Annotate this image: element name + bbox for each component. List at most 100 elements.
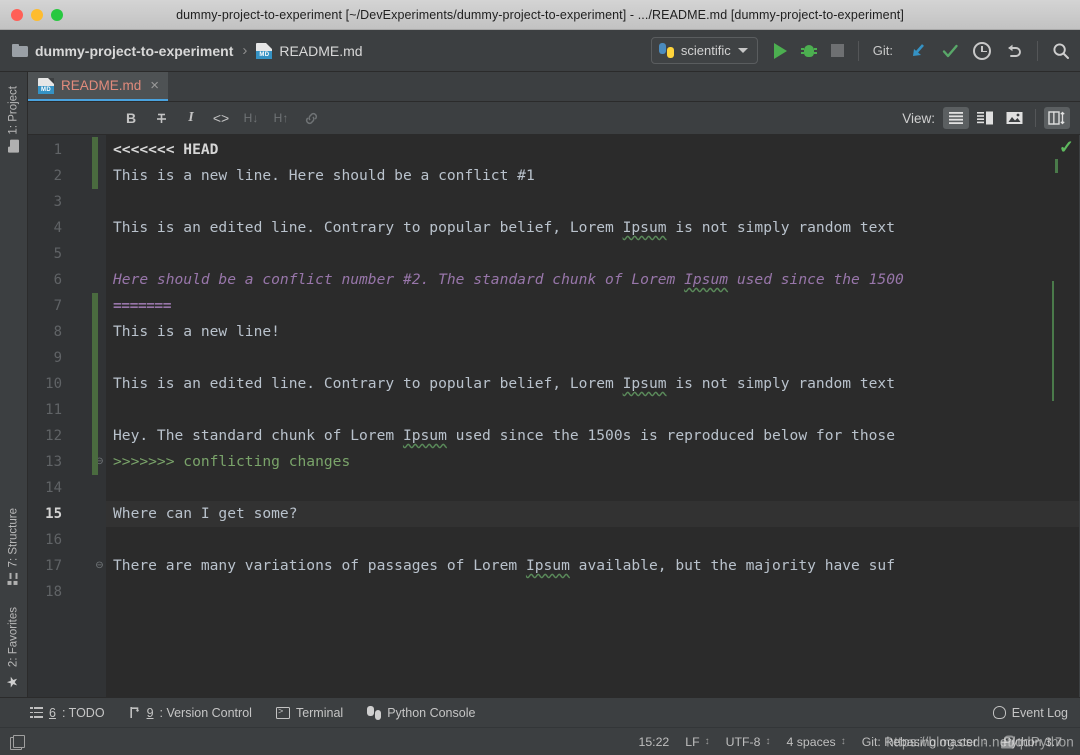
code-line[interactable]: This is an edited line. Contrary to popu…	[106, 215, 1080, 241]
view-editor-preview-button[interactable]	[972, 107, 998, 129]
folder-icon	[12, 44, 28, 57]
minimize-window-button[interactable]	[31, 8, 43, 21]
lines-icon	[949, 112, 963, 124]
run-button[interactable]	[773, 42, 787, 59]
code-line[interactable]	[106, 397, 1080, 423]
code-line[interactable]	[106, 189, 1080, 215]
image-icon	[1006, 112, 1022, 124]
tab-label: README.md	[61, 78, 142, 93]
code-text-area[interactable]: <<<<<<< HEAD This is a new line. Here sho…	[106, 135, 1080, 697]
code-segment: >>>>>>> conflicting changes	[113, 453, 351, 470]
breadcrumb-separator: ›	[242, 42, 248, 59]
link-button[interactable]	[296, 106, 326, 130]
code-button[interactable]: <>	[206, 106, 236, 130]
code-segment: There are many variations of passages of…	[113, 557, 526, 574]
header-increase-button[interactable]: H↑	[266, 106, 296, 130]
breadcrumb-file[interactable]: README.md	[279, 43, 362, 59]
code-segment: Ipsum	[622, 375, 667, 392]
folder-icon	[8, 140, 19, 153]
code-segment: Ipsum	[525, 557, 570, 574]
code-segment: Here should be a conflict number #2. The…	[113, 271, 685, 288]
header-decrease-button[interactable]: H↓	[236, 106, 266, 130]
code-line[interactable]: There are many variations of passages of…	[106, 553, 1080, 579]
view-editor-only-button[interactable]	[943, 107, 969, 129]
window-controls[interactable]	[0, 8, 63, 21]
code-line[interactable]: This is a new line. Here should be a con…	[106, 163, 1080, 189]
code-line[interactable]: <<<<<<< HEAD	[106, 137, 1080, 163]
file-encoding-value: UTF-8	[725, 734, 761, 749]
code-line[interactable]	[106, 527, 1080, 553]
vcs-change-marker[interactable]	[92, 293, 98, 475]
sidebar-item-project[interactable]: 1: Project	[0, 78, 27, 160]
git-branch-widget[interactable]: Git: Rebasing master ↕	[854, 735, 996, 749]
event-log-tool-window[interactable]: Event Log	[992, 705, 1068, 720]
debug-button[interactable]	[800, 43, 817, 59]
run-configuration-selector[interactable]: scientific	[650, 37, 758, 64]
terminal-tool-window[interactable]: Terminal	[275, 705, 344, 720]
strikethrough-button[interactable]	[146, 106, 176, 130]
file-encoding[interactable]: UTF-8 ↕	[718, 735, 779, 749]
todo-tool-window[interactable]: 6: TODO	[30, 706, 105, 720]
code-line[interactable]	[106, 345, 1080, 371]
line-number: 6	[53, 272, 62, 288]
close-window-button[interactable]	[11, 8, 23, 21]
breadcrumb-project[interactable]: dummy-project-to-experiment	[35, 43, 233, 59]
history-button[interactable]	[973, 41, 991, 60]
inspection-status-icon[interactable]: ✓	[1059, 138, 1074, 156]
close-icon[interactable]: ×	[148, 78, 159, 93]
code-editor[interactable]: 1 2 3 4 5 6 7 8 9 10 11 12 13 ⊖ 14 15 16 17 ⊖ 18 <<<<<<< HE…	[28, 135, 1080, 697]
code-line[interactable]: Hey. The standard chunk of Lorem Ipsum u…	[106, 423, 1080, 449]
view-toggle-layout-button[interactable]	[1044, 107, 1070, 129]
markdown-file-icon: MD	[256, 42, 273, 59]
window-title: dummy-project-to-experiment [~/DevExperi…	[176, 7, 904, 22]
event-log-label: Event Log	[1011, 705, 1068, 720]
code-segment: This is an edited line. Contrary to popu…	[113, 375, 623, 392]
vcs-change-marker[interactable]	[92, 137, 98, 189]
line-number: 1	[53, 142, 62, 158]
left-strip-spacer	[0, 160, 27, 501]
editor-gutter[interactable]: 1 2 3 4 5 6 7 8 9 10 11 12 13 ⊖ 14 15 16 17 ⊖ 18	[28, 135, 106, 697]
code-line[interactable]: =======	[106, 293, 1080, 319]
git-label: Git:	[872, 43, 893, 58]
italic-button[interactable]: I	[176, 106, 206, 130]
python-console-label: Python Console	[387, 705, 476, 720]
markdown-file-icon: MD	[38, 77, 54, 94]
code-line[interactable]: This is an edited line. Contrary to popu…	[106, 371, 1080, 397]
breadcrumb: dummy-project-to-experiment › MD README.…	[12, 42, 363, 59]
split-view-icon	[977, 111, 993, 125]
tab-readme-md[interactable]: MD README.md ×	[28, 72, 169, 101]
line-number: 5	[53, 246, 62, 262]
code-segment: Where can I get some?	[113, 505, 298, 522]
commit-button[interactable]	[941, 42, 959, 60]
code-line[interactable]: Where can I get some?	[106, 501, 1080, 527]
search-everywhere-button[interactable]	[1052, 42, 1070, 60]
python-console-tool-window[interactable]: Python Console	[367, 705, 476, 720]
code-fold-icon[interactable]: ⊖	[94, 560, 105, 571]
code-line[interactable]	[106, 475, 1080, 501]
cursor-position[interactable]: 15:22	[631, 735, 678, 749]
stop-icon	[830, 44, 844, 57]
view-preview-only-button[interactable]	[1001, 107, 1027, 129]
version-control-tool-window[interactable]: 9: Version Control	[129, 706, 252, 720]
code-line[interactable]	[106, 579, 1080, 605]
layout-toggle-icon[interactable]	[10, 734, 25, 750]
chevron-updown-icon: ↕	[765, 735, 771, 747]
code-line[interactable]	[106, 241, 1080, 267]
line-separator[interactable]: LF ↕	[677, 735, 717, 749]
arrow-down-left-icon	[913, 43, 924, 56]
rollback-button[interactable]	[1005, 42, 1023, 60]
terminal-label: Terminal	[295, 705, 344, 720]
code-line[interactable]: Here should be a conflict number #2. The…	[106, 267, 1080, 293]
stop-button[interactable]	[830, 44, 844, 57]
update-project-button[interactable]	[909, 42, 927, 60]
sidebar-item-structure[interactable]: 7: Structure	[0, 500, 27, 592]
indent-setting[interactable]: 4 spaces ↕	[778, 735, 853, 749]
maximize-window-button[interactable]	[51, 8, 63, 21]
code-line[interactable]: >>>>>>> conflicting changes	[106, 449, 1080, 475]
bold-button[interactable]: B	[116, 106, 146, 130]
search-icon	[1053, 42, 1069, 59]
lock-icon	[1001, 735, 1015, 748]
code-segment: used since the 1500	[728, 271, 904, 288]
sidebar-item-favorites[interactable]: ★ 2: Favorites	[0, 593, 27, 697]
code-line[interactable]: This is a new line!	[106, 319, 1080, 345]
